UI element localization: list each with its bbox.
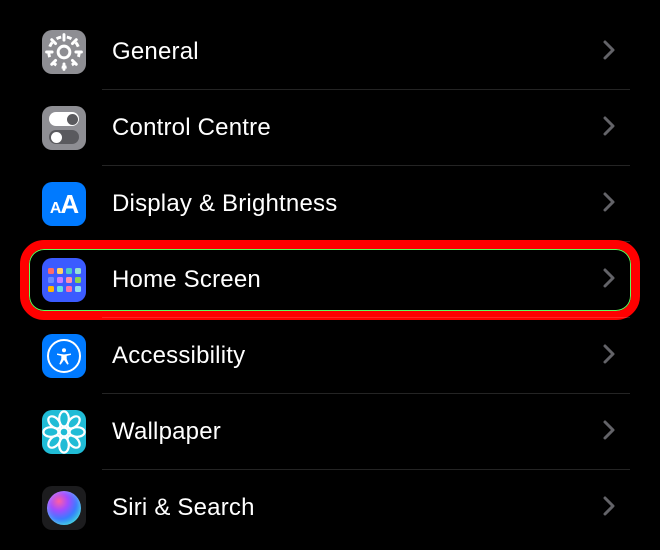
settings-list: General Control Centre AA bbox=[30, 14, 630, 546]
chevron-right-icon bbox=[602, 343, 616, 370]
chevron-right-icon bbox=[602, 191, 616, 218]
home-grid-icon bbox=[42, 258, 86, 302]
settings-row-wallpaper[interactable]: Wallpaper bbox=[30, 394, 630, 470]
row-label: General bbox=[112, 38, 602, 66]
settings-row-siri-search[interactable]: Siri & Search bbox=[30, 470, 630, 546]
row-label: Siri & Search bbox=[112, 494, 602, 522]
flower-icon bbox=[42, 410, 86, 454]
settings-row-control-centre[interactable]: Control Centre bbox=[30, 90, 630, 166]
gear-icon bbox=[42, 30, 86, 74]
row-label: Wallpaper bbox=[112, 418, 602, 446]
text-size-icon: AA bbox=[42, 182, 86, 226]
row-label: Control Centre bbox=[112, 114, 602, 142]
accessibility-icon bbox=[42, 334, 86, 378]
chevron-right-icon bbox=[602, 419, 616, 446]
settings-row-display-brightness[interactable]: AA Display & Brightness bbox=[30, 166, 630, 242]
chevron-right-icon bbox=[602, 39, 616, 66]
settings-row-home-screen[interactable]: Home Screen bbox=[30, 242, 630, 318]
settings-row-general[interactable]: General bbox=[30, 14, 630, 90]
settings-row-accessibility[interactable]: Accessibility bbox=[30, 318, 630, 394]
chevron-right-icon bbox=[602, 115, 616, 142]
row-label: Display & Brightness bbox=[112, 190, 602, 218]
row-label: Accessibility bbox=[112, 342, 602, 370]
chevron-right-icon bbox=[602, 495, 616, 522]
chevron-right-icon bbox=[602, 267, 616, 294]
siri-icon bbox=[42, 486, 86, 530]
row-label: Home Screen bbox=[112, 266, 602, 294]
control-centre-icon bbox=[42, 106, 86, 150]
